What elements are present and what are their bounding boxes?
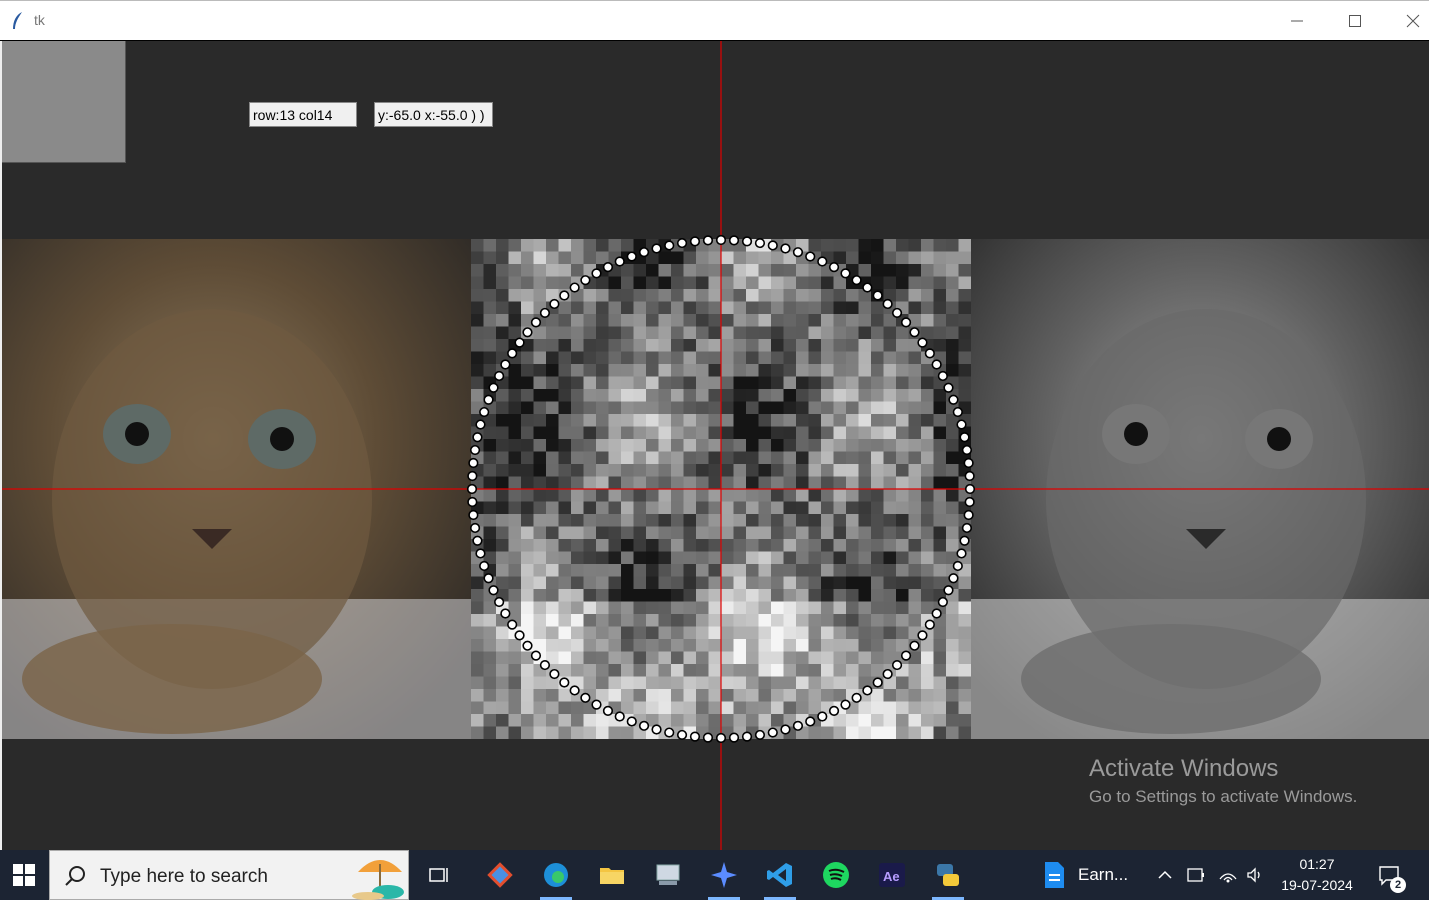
canvas[interactable]: row:13 col14 y:-65.0 x:-55.0 ) ) Activat… — [0, 41, 1429, 850]
monitor-icon — [656, 864, 680, 885]
svg-text:Ae: Ae — [883, 869, 900, 884]
edge-button[interactable] — [528, 850, 584, 900]
pixelated-cat-image — [471, 239, 971, 739]
close-icon — [1406, 14, 1420, 28]
battery-icon — [1187, 868, 1204, 882]
sparkle-icon — [711, 862, 737, 888]
beach-umbrella-icon — [352, 860, 404, 900]
wifi-icon — [1219, 873, 1237, 883]
document-label[interactable]: Earn... — [1078, 865, 1128, 885]
notification-badge: 2 — [1390, 877, 1406, 893]
start-button[interactable] — [0, 850, 48, 900]
after-effects-button[interactable]: Ae — [864, 850, 920, 900]
after-effects-icon: Ae — [879, 863, 905, 887]
show-hidden-icons-button[interactable] — [1152, 850, 1178, 900]
folder-icon — [600, 868, 624, 884]
windows-icon — [13, 864, 35, 886]
clock-time: 01:27 — [1299, 856, 1335, 872]
git-button[interactable] — [472, 850, 528, 900]
python-button[interactable] — [920, 850, 976, 900]
vscode-icon — [767, 863, 792, 887]
watermark-title: Activate Windows — [1089, 755, 1279, 782]
minimize-icon — [1291, 20, 1303, 22]
spotify-button[interactable] — [808, 850, 864, 900]
activation-watermark: Activate Windows Go to Settings to activ… — [1089, 755, 1357, 807]
close-button[interactable] — [1384, 1, 1429, 41]
task-view-button[interactable] — [411, 850, 467, 900]
volume-button[interactable] — [1242, 850, 1268, 900]
battery-button[interactable] — [1182, 850, 1210, 900]
minimize-button[interactable] — [1268, 1, 1326, 41]
clock[interactable]: 01:27 19-07-2024 — [1272, 854, 1362, 896]
xy-coordinate-label: y:-65.0 x:-55.0 ) ) — [374, 102, 493, 127]
taskbar: Type here to search Ae Earn... 01:27 19-… — [0, 850, 1429, 900]
clock-date: 19-07-2024 — [1281, 877, 1353, 893]
window-title: tk — [34, 12, 45, 28]
edge-icon — [544, 863, 568, 887]
task-view-icon — [429, 868, 448, 882]
file-explorer-button[interactable] — [584, 850, 640, 900]
python-icon — [937, 864, 959, 886]
watermark-subtitle: Go to Settings to activate Windows. — [1089, 787, 1358, 806]
copilot-button[interactable] — [696, 850, 752, 900]
maximize-button[interactable] — [1326, 1, 1384, 41]
row-col-label: row:13 col14 — [249, 102, 357, 127]
maximize-icon — [1349, 15, 1361, 27]
search-placeholder: Type here to search — [100, 866, 268, 887]
color-swatch — [2, 41, 126, 163]
title-bar: tk — [0, 0, 1429, 40]
search-icon — [65, 866, 85, 886]
feather-icon — [13, 12, 22, 29]
color-cat-image — [2, 239, 471, 739]
git-icon — [487, 862, 513, 888]
search-box[interactable]: Type here to search — [49, 850, 409, 900]
vscode-button[interactable] — [752, 850, 808, 900]
document-button[interactable] — [1026, 850, 1082, 900]
document-icon — [1045, 862, 1064, 888]
spotify-icon — [823, 862, 849, 888]
grayscale-cat-image — [971, 239, 1429, 739]
remote-desktop-button[interactable] — [640, 850, 696, 900]
speaker-icon — [1247, 867, 1260, 883]
notifications-button[interactable] — [1372, 850, 1406, 900]
chevron-up-icon — [1158, 870, 1172, 879]
network-button[interactable] — [1214, 850, 1242, 900]
